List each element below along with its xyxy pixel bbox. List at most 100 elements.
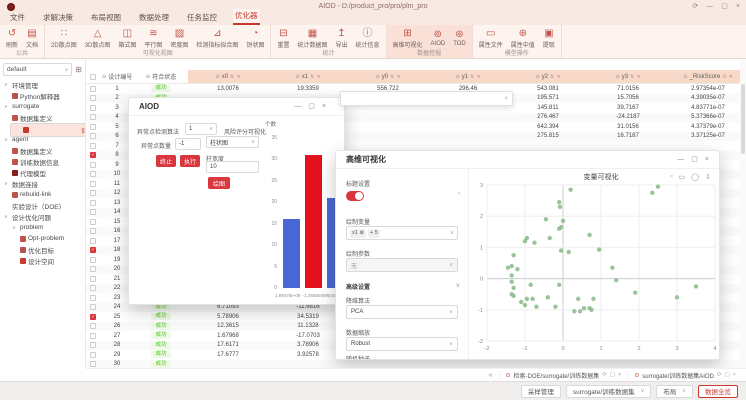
row-checkbox[interactable] <box>90 361 96 367</box>
tree-item-优化目标[interactable]: 优化目标 <box>0 244 85 255</box>
caret-down-icon[interactable]: ∨ <box>12 225 18 231</box>
hide-column-icon[interactable]: ⊖ <box>455 74 460 80</box>
hide-column-icon[interactable]: ⊖ <box>375 74 380 80</box>
menu-tab-数据处理[interactable]: 数据处理 <box>137 11 171 25</box>
scale-select[interactable]: Robust ∨ <box>346 337 458 351</box>
filter-icon[interactable]: ▼ <box>236 74 240 79</box>
hide-column-icon[interactable]: ⊖ <box>683 74 688 80</box>
ribbon-button-高维可视化[interactable]: ⊞高维可视化 <box>389 28 427 49</box>
refresh-icon[interactable]: ⟳ <box>717 372 722 378</box>
menu-tab-求解决策[interactable]: 求解决策 <box>41 11 75 25</box>
column-header-y3[interactable]: ⊖y3⇅▼ <box>588 70 668 84</box>
footer-button-采样管理[interactable]: 采样管理 <box>521 385 561 398</box>
filter-icon[interactable]: ▼ <box>396 74 400 79</box>
tree-item-rebuild-link[interactable]: rebuild-link <box>0 189 85 200</box>
ribbon-button-刷新[interactable]: ↺刷新 <box>2 28 22 49</box>
collapse-taskbar-icon[interactable]: « <box>489 372 493 379</box>
close-icon[interactable]: × <box>504 96 508 102</box>
row-checkbox[interactable] <box>90 295 96 301</box>
ribbon-button-提取[interactable]: ▣提取 <box>539 28 559 49</box>
ribbon-button-AIOD[interactable]: ⊚AIOD <box>427 29 450 47</box>
menu-tab-任务监控[interactable]: 任务监控 <box>185 11 219 25</box>
close-button[interactable]: × <box>736 2 740 11</box>
column-header-y1[interactable]: ⊖y1⇅▼ <box>428 70 508 84</box>
maximize-icon[interactable]: ▢ <box>610 372 615 378</box>
column-header-符合状态[interactable]: ⊖符合状态 <box>134 70 188 84</box>
row-checkbox[interactable] <box>90 304 96 310</box>
expand-icon[interactable]: › <box>458 191 460 197</box>
plot-params-select[interactable]: 无 ∨ <box>346 258 458 272</box>
caret-down-icon[interactable]: ∨ <box>4 104 10 110</box>
caret-down-icon[interactable]: ∨ <box>4 82 10 88</box>
table-row[interactable]: 30成功 <box>86 360 746 369</box>
sort-icon[interactable]: ⇅ <box>310 74 314 80</box>
sort-icon[interactable]: ⇅ <box>230 74 234 80</box>
row-checkbox[interactable] <box>90 190 96 196</box>
footer-button-surrogate/训练数据集[interactable]: surrogate/训练数据集∨ <box>566 385 651 398</box>
menu-tab-文件[interactable]: 文件 <box>8 11 27 25</box>
minimize-button[interactable]: — <box>677 155 684 165</box>
inline-editor-popup[interactable]: × <box>340 91 513 106</box>
menu-tab-布局视图[interactable]: 布局视图 <box>89 11 123 25</box>
download-icon[interactable]: ⇩ <box>705 173 711 181</box>
row-checkbox[interactable] <box>90 285 96 291</box>
plot-button[interactable]: 绘图 <box>208 177 230 189</box>
sort-icon[interactable]: ⇅ <box>630 74 634 80</box>
filter-icon[interactable]: ▼ <box>476 74 480 79</box>
row-checkbox[interactable] <box>90 333 96 339</box>
var-more-tag[interactable]: + 5 <box>368 229 380 238</box>
minimize-button[interactable]: — <box>706 2 713 11</box>
box-select-icon[interactable]: ▭ <box>679 173 686 181</box>
ribbon-button-3D散点图[interactable]: △3D散点图 <box>81 28 115 49</box>
tree-settings-icon[interactable]: ⊞ <box>75 65 82 74</box>
row-checkbox[interactable]: ✓ <box>90 152 96 158</box>
filter-icon[interactable]: ▼ <box>636 74 640 79</box>
tree-item-数据集定义[interactable]: 数据集定义 <box>0 145 85 156</box>
close-button[interactable]: × <box>705 155 709 165</box>
row-checkbox[interactable] <box>90 352 96 358</box>
ribbon-button-TOD[interactable]: ⊛TOD <box>449 29 470 47</box>
row-checkbox[interactable] <box>90 276 96 282</box>
detect-algo-select[interactable]: 1 ∨ <box>185 123 217 135</box>
row-checkbox[interactable] <box>90 181 96 187</box>
sort-icon[interactable]: ⇅ <box>550 74 554 80</box>
collapse-icon[interactable]: ∨ <box>456 282 460 289</box>
row-checkbox[interactable] <box>90 162 96 168</box>
maximize-button[interactable]: ▢ <box>691 155 698 165</box>
row-checkbox[interactable] <box>90 95 96 101</box>
row-checkbox[interactable] <box>90 171 96 177</box>
column-header-设计编号[interactable]: ⊖设计编号 <box>100 70 134 84</box>
sort-icon[interactable]: ⇅ <box>390 74 394 80</box>
filter-icon[interactable]: ▼ <box>556 74 560 79</box>
caret-down-icon[interactable]: ∨ <box>4 137 10 143</box>
risk-vis-select[interactable]: 柱状图 ∨ <box>206 136 259 148</box>
tree-item-设计优化问题[interactable]: ∨设计优化问题 <box>0 211 85 222</box>
title-setting-toggle[interactable] <box>346 191 364 201</box>
row-checkbox[interactable]: ✓ <box>90 247 96 253</box>
row-checkbox[interactable] <box>90 86 96 92</box>
row-checkbox[interactable] <box>90 257 96 263</box>
view-tab[interactable]: ⊙检索-DOE/surrogate/训练数据集⟳▢× <box>499 371 622 380</box>
view-tab[interactable]: ⊙surrogate/训练数据集AIOD⟳▢× <box>627 371 736 380</box>
filter-icon[interactable]: ▼ <box>729 74 733 79</box>
hide-column-icon[interactable]: ⊖ <box>295 74 300 80</box>
row-checkbox[interactable] <box>90 200 96 206</box>
row-checkbox[interactable] <box>90 124 96 130</box>
select-all-checkbox[interactable] <box>86 70 100 84</box>
ribbon-button-密度图[interactable]: ▧密度图 <box>166 28 192 49</box>
hide-column-icon[interactable]: ⊖ <box>535 74 540 80</box>
ribbon-button-箱式图[interactable]: ◫箱式图 <box>114 28 140 49</box>
advanced-section-label[interactable]: 高级设置 <box>346 282 370 291</box>
filter-icon[interactable]: ▼ <box>316 74 320 79</box>
ribbon-button-饼状图[interactable]: ◔饼状图 <box>242 28 268 49</box>
ribbon-button-属性中值[interactable]: ⊕属性中值 <box>507 28 539 49</box>
var-tag[interactable]: x1 ⊗ <box>350 229 366 238</box>
tree-item-实验设计（DOE）[interactable]: 实验设计（DOE） <box>0 200 85 211</box>
ribbon-button-重置[interactable]: ⊟重置 <box>273 28 293 49</box>
plot-vars-multiselect[interactable]: x1 ⊗ + 5 ∨ <box>346 226 458 240</box>
row-checkbox[interactable] <box>90 209 96 215</box>
close-icon[interactable]: × <box>733 372 736 378</box>
scrollbar-thumb[interactable] <box>741 84 745 154</box>
menu-tab-优化器[interactable]: 优化器 <box>233 9 260 25</box>
maximize-button[interactable]: ▢ <box>308 102 315 112</box>
